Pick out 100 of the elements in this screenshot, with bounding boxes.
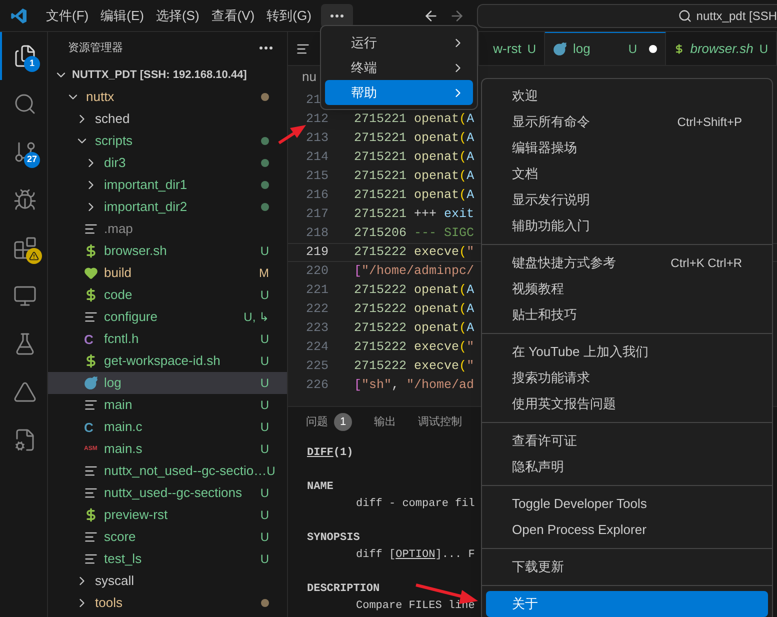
menu-bar-item[interactable]: 文件(F) bbox=[40, 4, 95, 28]
file-item[interactable]: log U bbox=[48, 372, 287, 394]
man-text: diff [OPTION]... F bbox=[356, 548, 475, 563]
file-item[interactable]: preview-rst U bbox=[48, 504, 287, 526]
menu-item[interactable]: 显示发行说明 bbox=[486, 187, 768, 213]
git-status: U bbox=[266, 463, 276, 480]
panel-tab[interactable]: 输出 bbox=[374, 414, 396, 430]
file-item[interactable]: get-workspace-id.sh U bbox=[48, 350, 287, 372]
line-number: 213 bbox=[306, 131, 329, 146]
menu-item[interactable]: 文档 bbox=[486, 161, 768, 187]
menu-item[interactable]: 关于 bbox=[486, 591, 768, 617]
man-heading: DESCRIPTION bbox=[307, 582, 380, 597]
item-label: preview-rst bbox=[104, 506, 168, 524]
file-item[interactable]: .map bbox=[48, 218, 287, 240]
editor-tab[interactable]: browser.sh U bbox=[666, 32, 777, 65]
file-item[interactable]: score U bbox=[48, 526, 287, 548]
menu-item[interactable]: 隐私声明 bbox=[486, 454, 768, 480]
lines-icon bbox=[84, 486, 98, 500]
file-item[interactable]: configure U, ↳ bbox=[48, 306, 287, 328]
dollar-icon bbox=[84, 288, 98, 302]
file-item[interactable]: nuttx_used--gc-sections U bbox=[48, 482, 287, 504]
menu-bar-item[interactable]: 转到(G) bbox=[260, 4, 318, 28]
breadcrumb[interactable]: nu bbox=[302, 67, 316, 87]
panel-tab[interactable]: 问题 1 bbox=[306, 413, 352, 431]
menu-item[interactable]: 键盘快捷方式参考 Ctrl+K Ctrl+R bbox=[486, 250, 768, 276]
file-item[interactable]: C fcntl.h U bbox=[48, 328, 287, 350]
menu-item[interactable]: 在 YouTube 上加入我们 bbox=[486, 339, 768, 365]
folder-item[interactable]: important_dir2 bbox=[48, 196, 287, 218]
menu-bar-item[interactable]: 选择(S) bbox=[150, 4, 206, 28]
item-label: nuttx_used--gc-sections bbox=[104, 484, 242, 502]
git-status: U bbox=[260, 243, 269, 260]
line-number: 225 bbox=[306, 359, 329, 374]
folder-item[interactable]: syscall bbox=[48, 570, 287, 592]
file-item[interactable]: code U bbox=[48, 284, 287, 306]
menu-item[interactable]: 贴士和技巧 bbox=[486, 302, 768, 328]
panel-tab[interactable]: 调试控制 bbox=[418, 414, 462, 430]
more-button[interactable] bbox=[321, 4, 354, 28]
menu-item[interactable]: Open Process Explorer bbox=[486, 517, 768, 543]
heart-icon bbox=[84, 266, 98, 280]
file-item[interactable]: browser.sh U bbox=[48, 240, 287, 262]
git-status: U bbox=[260, 441, 269, 458]
file-item[interactable]: C main.c U bbox=[48, 416, 287, 438]
menu-item[interactable]: 编辑器操场 bbox=[486, 135, 768, 161]
item-label: .map bbox=[104, 220, 133, 238]
search-field[interactable]: nuttx_pdt [SSH bbox=[477, 4, 777, 28]
folder-item[interactable]: nuttx bbox=[48, 86, 287, 108]
folder-item[interactable]: scripts bbox=[48, 130, 287, 152]
dollar-icon bbox=[84, 508, 98, 522]
folder-item[interactable]: tools bbox=[48, 592, 287, 614]
item-label: nuttx bbox=[86, 88, 114, 106]
item-label: build bbox=[104, 264, 132, 282]
menu-item[interactable]: 下载更新 bbox=[486, 554, 768, 580]
file-item[interactable]: nuttx_not_used--gc-sectio…U bbox=[48, 460, 287, 482]
menu-bar-item[interactable]: 编辑(E) bbox=[94, 4, 150, 28]
code-line: 2715221 openat(A bbox=[354, 111, 474, 128]
code-line: 2715222 openat(A bbox=[354, 320, 474, 338]
item-label: scripts bbox=[95, 132, 133, 150]
more-icon[interactable] bbox=[259, 46, 273, 50]
code-line: 2715221 openat(A bbox=[354, 130, 474, 148]
menu-bar-item[interactable]: 查看(V) bbox=[205, 4, 261, 28]
code-line: 2715222 execve(" bbox=[354, 244, 474, 262]
editor-tab[interactable]: log U bbox=[545, 32, 666, 65]
menu-item[interactable]: 辅助功能入门 bbox=[486, 213, 768, 239]
count-badge: 1 bbox=[24, 56, 40, 72]
search-icon bbox=[12, 92, 36, 116]
item-label: sched bbox=[95, 110, 130, 128]
sidebar-title: 资源管理器 bbox=[68, 40, 123, 56]
menu-item[interactable]: 显示所有命令 Ctrl+Shift+P bbox=[486, 109, 768, 135]
git-status: U bbox=[260, 485, 269, 502]
files-icon bbox=[12, 44, 36, 68]
item-label: important_dir1 bbox=[104, 176, 188, 194]
menu-item[interactable]: 欢迎 bbox=[486, 83, 768, 109]
file-item[interactable]: build M bbox=[48, 262, 287, 284]
dollar-icon bbox=[674, 42, 684, 56]
menu-item[interactable]: 运行 bbox=[325, 30, 473, 55]
monitor-icon bbox=[12, 284, 36, 308]
file-item[interactable]: test_ls U bbox=[48, 548, 287, 570]
activity-bar-item[interactable]: 27 bbox=[0, 128, 47, 176]
menu-item[interactable]: 查看许可证 bbox=[486, 428, 768, 454]
menu-item[interactable]: 搜索功能请求 bbox=[486, 365, 768, 391]
item-label: dir3 bbox=[104, 154, 126, 172]
man-heading: SYNOPSIS bbox=[307, 531, 360, 546]
menu-item[interactable]: 使用英文报告问题 bbox=[486, 391, 768, 417]
menu-item[interactable]: 帮助 bbox=[325, 80, 473, 105]
workspace-header[interactable]: NUTTX_PDT [SSH: 192.168.10.44] bbox=[48, 64, 287, 86]
menu-item[interactable]: 终端 bbox=[325, 55, 473, 80]
search-icon bbox=[678, 8, 692, 22]
folder-item[interactable]: dir3 bbox=[48, 152, 287, 174]
line-number: 219 bbox=[306, 245, 329, 260]
file-item[interactable]: main U bbox=[48, 394, 287, 416]
folder-item[interactable]: sched bbox=[48, 108, 287, 130]
line-number: 221 bbox=[306, 283, 329, 298]
menu-item[interactable]: Toggle Developer Tools bbox=[486, 491, 768, 517]
folder-item[interactable]: important_dir1 bbox=[48, 174, 287, 196]
git-status: U bbox=[260, 419, 269, 436]
git-status: U bbox=[260, 375, 269, 392]
menu-item[interactable]: 视频教程 bbox=[486, 276, 768, 302]
item-label: code bbox=[104, 286, 132, 304]
line-number: 222 bbox=[306, 302, 329, 316]
c-file-icon: C bbox=[84, 332, 94, 346]
